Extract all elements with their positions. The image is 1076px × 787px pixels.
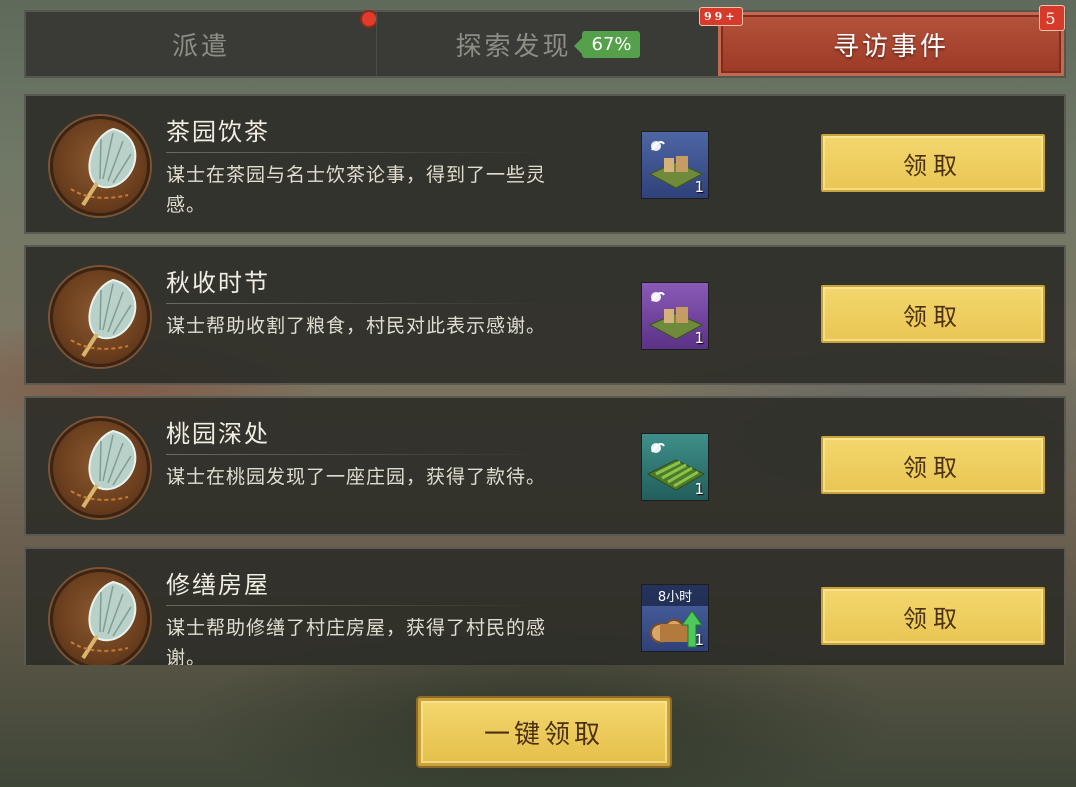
event-title: 桃园深处 (166, 420, 270, 448)
divider (166, 152, 546, 153)
reward-item[interactable]: 8小时 1 (641, 584, 709, 652)
tab-dispatch-label: 派遣 (171, 31, 230, 62)
reward-time-label: 8小时 (642, 585, 708, 606)
event-description: 谋士帮助修缮了村庄房屋，获得了村民的感谢。 (166, 617, 547, 665)
event-row: 修缮房屋 谋士帮助修缮了村庄房屋，获得了村民的感谢。 8小时 1 领取 (24, 547, 1066, 665)
reward-item[interactable]: 1 (641, 131, 709, 199)
tab-dispatch[interactable]: 派遣 (26, 10, 378, 76)
visit-count-badge: 5 (1039, 5, 1065, 31)
feather-fan-icon (70, 429, 137, 509)
claim-button[interactable]: 领取 (821, 436, 1045, 494)
feather-fan-avatar (50, 569, 150, 665)
tab-explore[interactable]: 探索发现 67% (376, 12, 718, 76)
feather-fan-avatar (50, 116, 150, 216)
reward-quantity: 1 (694, 329, 704, 347)
feather-fan-icon (70, 580, 137, 660)
feather-fan-icon (70, 278, 137, 358)
divider (166, 454, 546, 455)
tab-bar: 派遣 探索发现 67% 99+ 寻访事件 5 (24, 5, 1066, 78)
feather-fan-avatar (50, 267, 150, 367)
event-description: 谋士在茶园与名士饮茶论事，得到了一些灵感。 (166, 164, 547, 216)
event-description: 谋士帮助收割了粮食，村民对此表示感谢。 (166, 315, 547, 337)
reward-item[interactable]: 1 (641, 282, 709, 350)
reward-quantity: 1 (694, 631, 704, 649)
event-title: 秋收时节 (166, 269, 270, 297)
event-title: 茶园饮茶 (166, 118, 270, 146)
feather-fan-avatar (50, 418, 150, 518)
explore-progress-badge: 67% (573, 30, 640, 58)
tab-visit-label: 寻访事件 (832, 31, 949, 62)
reward-quantity: 1 (694, 480, 704, 498)
event-row: 秋收时节 谋士帮助收割了粮食，村民对此表示感谢。 1 领取 (24, 245, 1066, 385)
claim-button[interactable]: 领取 (821, 587, 1045, 645)
reward-item[interactable]: 1 (641, 433, 709, 501)
reward-quantity: 1 (694, 178, 704, 196)
event-row: 桃园深处 谋士在桃园发现了一座庄园，获得了款待。 1 领取 (24, 396, 1066, 536)
feather-fan-icon (70, 127, 137, 207)
explore-count-badge: 99+ (699, 7, 743, 26)
claim-button[interactable]: 领取 (821, 134, 1045, 192)
claim-all-button[interactable]: 一键领取 (418, 698, 670, 766)
divider (166, 605, 546, 606)
event-description: 谋士在桃园发现了一座庄园，获得了款待。 (166, 466, 547, 488)
tab-explore-label: 探索发现 (455, 31, 572, 62)
claim-button[interactable]: 领取 (821, 285, 1045, 343)
event-title: 修缮房屋 (166, 571, 270, 599)
tab-visit-events[interactable]: 99+ 寻访事件 5 (699, 5, 1065, 76)
event-row: 茶园饮茶 谋士在茶园与名士饮茶论事，得到了一些灵感。 1 领取 (24, 94, 1066, 234)
divider (166, 303, 546, 304)
event-list[interactable]: 茶园饮茶 谋士在茶园与名士饮茶论事，得到了一些灵感。 1 领取 秋收时节 谋士帮… (24, 94, 1066, 665)
